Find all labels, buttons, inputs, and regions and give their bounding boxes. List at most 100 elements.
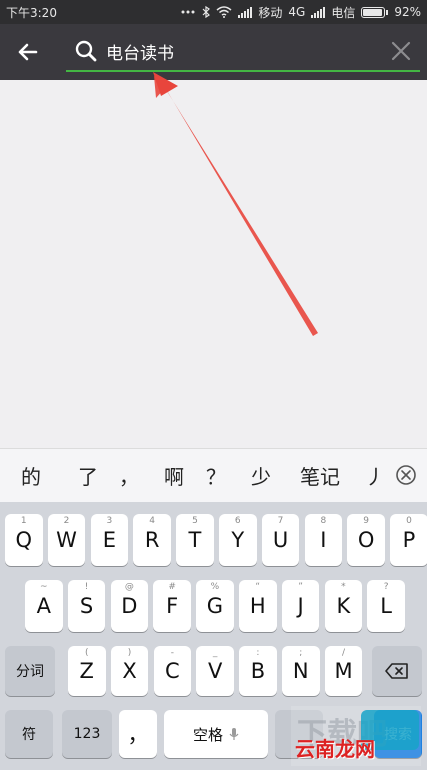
key-y[interactable]: 6Y	[219, 514, 257, 566]
soft-keyboard: 符 123 ， 空格 搜索 分词 1 Q 2 W 3 E 4 R 5 T 6 Y 7 U 8 I 9 O 0 P ~ A!…	[0, 502, 427, 770]
key-label: R	[144, 528, 160, 552]
key-j[interactable]: ” J	[281, 580, 320, 632]
search-field[interactable]	[66, 34, 420, 72]
key-secondary-label: 5	[192, 516, 198, 526]
fenci-key-label: 分词	[16, 664, 44, 680]
key-secondary-label: ~	[39, 582, 48, 592]
key-s[interactable]: ! S	[67, 580, 106, 632]
key-d[interactable]: @ D	[110, 580, 149, 632]
key-h[interactable]: “H	[239, 580, 277, 632]
key-e[interactable]: 3E	[90, 514, 129, 566]
key-r[interactable]: 4R	[133, 514, 171, 566]
key-secondary-label: !	[84, 582, 89, 592]
network-type: 4G	[288, 5, 306, 19]
key-o[interactable]: 9O	[347, 514, 385, 566]
key-u[interactable]: 7U	[261, 514, 300, 566]
clear-icon[interactable]	[390, 40, 412, 62]
backspace-icon	[385, 663, 408, 679]
key-secondary-label: :	[256, 648, 260, 658]
candidate-item[interactable]: 啊	[163, 449, 185, 502]
candidate-item[interactable]: 少	[250, 449, 272, 502]
candidate-item[interactable]: 笔记	[297, 449, 343, 502]
key-z[interactable]: (Z	[68, 646, 106, 696]
candidate-item[interactable]: 丿	[365, 449, 385, 502]
key-k[interactable]: * K	[324, 580, 363, 632]
key-v[interactable]: _ V	[196, 646, 234, 696]
key-label: X	[122, 659, 137, 683]
key-label: F	[166, 594, 179, 618]
key-label: M	[334, 659, 353, 683]
key-secondary-label: -	[170, 648, 174, 658]
key-l[interactable]: ? L	[367, 580, 405, 632]
key-secondary-label: 8	[320, 516, 327, 526]
key-secondary-label: )	[127, 648, 132, 658]
key-secondary-label: 3	[106, 516, 113, 526]
candidate-item[interactable]: 的	[20, 449, 42, 502]
status-time: 下午3:20	[6, 5, 57, 20]
key-secondary-label: 2	[63, 516, 70, 526]
key-m[interactable]: / M	[324, 646, 363, 696]
key-secondary-label: 4	[149, 516, 155, 526]
carrier-1: 移动	[258, 5, 283, 20]
key-i[interactable]: 8I	[304, 514, 343, 566]
key-w[interactable]: 2W	[47, 514, 86, 566]
status-bar: 下午3:20 移动 4G 电信 92%	[0, 0, 427, 24]
key-label: H	[249, 594, 266, 618]
comma-key[interactable]: ，	[119, 710, 157, 758]
key-secondary-label: 9	[363, 516, 369, 526]
search-key[interactable]: 搜索	[374, 710, 422, 758]
search-input[interactable]	[106, 36, 376, 66]
comma-key-label: ，	[127, 723, 149, 747]
candidate-item[interactable]: ？	[205, 449, 227, 502]
key-secondary-label: 1	[20, 516, 27, 526]
key-x[interactable]: ) X	[110, 646, 149, 696]
space-key[interactable]: 空格	[164, 710, 268, 758]
fenci-key[interactable]: 分词	[5, 646, 55, 696]
key-label: Y	[231, 528, 245, 552]
key-label: E	[102, 528, 116, 552]
key-secondary-label: (	[84, 648, 89, 658]
key-t[interactable]: 5T	[176, 514, 214, 566]
status-indicators: 移动 4G 电信 92%	[180, 4, 421, 21]
candidate-item[interactable]: ，	[118, 449, 140, 502]
key-secondary-label: ?	[383, 582, 389, 592]
number-key-label: 123	[73, 726, 101, 742]
key-c[interactable]: -C	[153, 646, 192, 696]
key-a[interactable]: ~ A	[25, 580, 63, 632]
backspace-key[interactable]	[372, 646, 422, 696]
symbol-key[interactable]: 符	[5, 710, 53, 758]
candidate-bar: 的 了 ， 啊 ？ 少 笔记 丿	[0, 448, 427, 502]
symbol-key-label: 符	[22, 727, 36, 743]
candidate-item[interactable]: 了	[77, 449, 99, 502]
signal-icon	[238, 6, 253, 18]
watermark-text: 云南龙网	[295, 737, 375, 761]
key-secondary-label: _	[212, 648, 218, 658]
key-secondary-label: 7	[277, 516, 284, 526]
search-key-label: 搜索	[384, 727, 412, 743]
signal-icon-2	[311, 6, 326, 18]
space-key-label: 空格	[192, 725, 223, 744]
key-label: A	[36, 594, 51, 618]
back-arrow-icon[interactable]	[14, 38, 42, 66]
key-label: O	[357, 528, 375, 552]
key-label: P	[402, 528, 416, 552]
search-results-area	[0, 80, 427, 448]
key-q[interactable]: 1Q	[5, 514, 43, 566]
key-secondary-label: #	[168, 582, 176, 592]
key-label: S	[79, 594, 94, 618]
key-label: T	[188, 528, 202, 552]
key-label: D	[121, 594, 138, 618]
key-f[interactable]: # F	[153, 580, 191, 632]
key-label: B	[250, 659, 266, 683]
key-g[interactable]: % G	[196, 580, 234, 632]
delete-candidate-icon[interactable]	[395, 464, 417, 486]
number-key[interactable]: 123	[62, 710, 112, 758]
key-label: N	[292, 659, 309, 683]
carrier-2: 电信	[331, 5, 356, 20]
key-secondary-label: /	[342, 648, 346, 658]
key-p[interactable]: 0P	[390, 514, 427, 566]
key-n[interactable]: ; N	[282, 646, 320, 696]
battery-percent: 92%	[394, 5, 421, 19]
key-label: G	[206, 594, 224, 618]
key-b[interactable]: :B	[239, 646, 277, 696]
